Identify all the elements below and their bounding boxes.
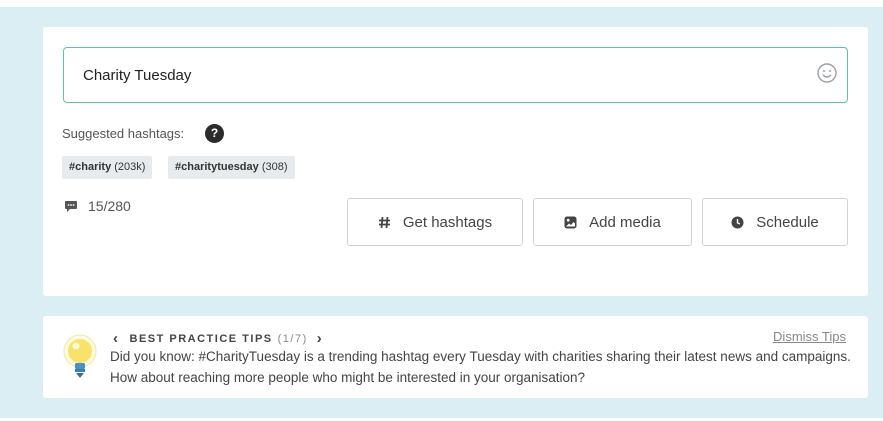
tips-header: ‹ BEST PRACTICE TIPS (1/7) › — [113, 330, 323, 347]
hashtag-count: (308) — [261, 161, 288, 173]
add-media-label: Add media — [589, 213, 661, 231]
tips-title: BEST PRACTICE TIPS — [129, 332, 273, 345]
character-count: 15/280 — [88, 198, 131, 214]
hashtag-name: #charitytuesday — [175, 161, 259, 173]
lightbulb-icon — [61, 333, 101, 381]
character-counter: 15/280 — [64, 198, 131, 214]
smiley-icon[interactable] — [816, 62, 838, 84]
hashtag-name: #charity — [69, 161, 112, 173]
hashtag-chip[interactable]: #charitytuesday (308) — [168, 156, 295, 179]
hashtag-count: (203k) — [114, 161, 146, 173]
help-icon[interactable]: ? — [205, 124, 224, 143]
tip-text: Did you know: #CharityTuesday is a trend… — [110, 349, 851, 385]
tips-page-indicator: (1/7) — [277, 332, 308, 345]
post-text-input[interactable]: Charity Tuesday — [63, 47, 848, 103]
add-media-button[interactable]: Add media — [533, 198, 692, 246]
image-icon — [564, 216, 577, 229]
schedule-label: Schedule — [756, 213, 819, 231]
get-hashtags-button[interactable]: Get hashtags — [347, 198, 523, 246]
chevron-right-icon[interactable]: › — [317, 330, 324, 347]
schedule-button[interactable]: Schedule — [702, 198, 848, 246]
clock-icon — [731, 216, 744, 229]
tips-panel: ‹ BEST PRACTICE TIPS (1/7) › Dismiss Tip… — [43, 316, 868, 398]
hashtag-chip[interactable]: #charity (203k) — [62, 156, 153, 179]
chevron-left-icon[interactable]: ‹ — [113, 330, 120, 347]
speech-bubble-icon — [65, 200, 77, 212]
suggested-hashtags-label: Suggested hashtags: — [62, 126, 185, 141]
get-hashtags-label: Get hashtags — [402, 213, 493, 231]
post-text: Charity Tuesday — [83, 67, 192, 84]
composer-card: Charity Tuesday Suggested hashtags: ? #c… — [43, 27, 868, 296]
hashtag-icon — [378, 216, 391, 229]
dismiss-tips-link[interactable]: Dismiss Tips — [773, 329, 846, 344]
